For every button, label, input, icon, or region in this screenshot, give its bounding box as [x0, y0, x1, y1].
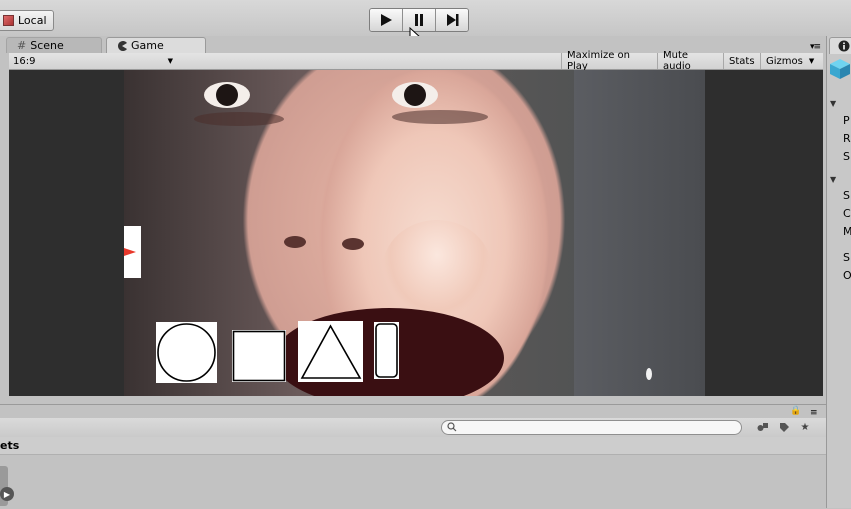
play-button[interactable]: [370, 9, 403, 31]
search-icon: [447, 422, 457, 432]
circle-icon: [157, 323, 216, 382]
chevron-down-icon: ▼: [167, 57, 173, 65]
favorites-icon[interactable]: ★: [796, 420, 814, 434]
gizmos-dropdown[interactable]: Gizmos ▼: [760, 53, 823, 69]
inspector-row-label: S: [843, 189, 850, 202]
step-button[interactable]: [436, 9, 468, 31]
shapes-icon: [757, 423, 768, 431]
step-icon: [446, 14, 458, 26]
pause-icon: [415, 14, 423, 26]
stats-label: Stats: [729, 55, 755, 67]
tab-game[interactable]: Game: [106, 37, 206, 53]
direction-arrow-card: [124, 226, 141, 278]
red-arrow-icon: [124, 248, 136, 256]
inspector-row-label: C: [843, 207, 851, 220]
mute-label: Mute audio: [663, 50, 691, 72]
assets-label: ets: [0, 439, 20, 452]
square-shape-card: [232, 330, 286, 382]
gizmos-label: Gizmos: [766, 55, 803, 67]
cube-icon: [3, 15, 14, 26]
filter-by-label-icon[interactable]: [775, 420, 793, 434]
foldout-triangle-icon[interactable]: ▼: [830, 99, 836, 108]
triangle-shape-card: [298, 321, 363, 382]
panel-menu-icon[interactable]: ▾≡: [810, 42, 821, 52]
grid-icon: #: [17, 39, 27, 52]
triangle-icon: [300, 324, 362, 379]
inspector-row-label: R: [843, 132, 851, 145]
inspector-row-label: S: [843, 251, 850, 264]
inspector-row-label: O: [843, 269, 851, 282]
aspect-ratio-dropdown[interactable]: 16:9 ▼: [13, 54, 173, 68]
square-icon: [232, 330, 286, 382]
maximize-on-play-toggle[interactable]: Maximize on Play: [561, 50, 657, 72]
tag-icon: [779, 422, 789, 432]
collab-local-button[interactable]: Local: [0, 10, 54, 31]
maximize-label: Maximize on Play: [567, 50, 631, 72]
lock-icon[interactable]: 🔒: [790, 406, 801, 416]
rounded-rectangle-icon: [375, 323, 398, 378]
filter-by-type-icon[interactable]: [754, 420, 772, 434]
mute-audio-toggle[interactable]: Mute audio: [657, 50, 723, 72]
pacman-icon: [118, 40, 127, 51]
aspect-ratio-value: 16:9: [13, 55, 36, 67]
inspector-row-label: P: [843, 114, 850, 127]
chevron-down-icon: ▼: [808, 57, 815, 65]
info-icon: [838, 40, 850, 52]
tab-game-label: Game: [131, 39, 164, 52]
assets-header: [0, 437, 826, 455]
panel-menu-icon[interactable]: ≡: [810, 408, 817, 418]
rounded-rectangle-shape-card: [374, 322, 399, 379]
tab-scene-label: Scene: [30, 39, 64, 52]
foldout-triangle-icon[interactable]: ▼: [830, 175, 836, 184]
play-icon: [381, 14, 392, 26]
stats-toggle[interactable]: Stats: [723, 53, 760, 69]
local-label: Local: [18, 14, 47, 27]
inspector-row-label: M: [843, 225, 851, 238]
circle-shape-card: [156, 322, 217, 383]
tab-scene[interactable]: # Scene: [6, 37, 102, 53]
star-icon: ★: [800, 421, 810, 433]
tab-inspector[interactable]: [829, 37, 851, 54]
play-preview-icon[interactable]: ▶: [0, 487, 14, 501]
inspector-row-label: S: [843, 150, 850, 163]
search-input[interactable]: [441, 420, 742, 435]
gameobject-cube-icon: [830, 59, 850, 79]
